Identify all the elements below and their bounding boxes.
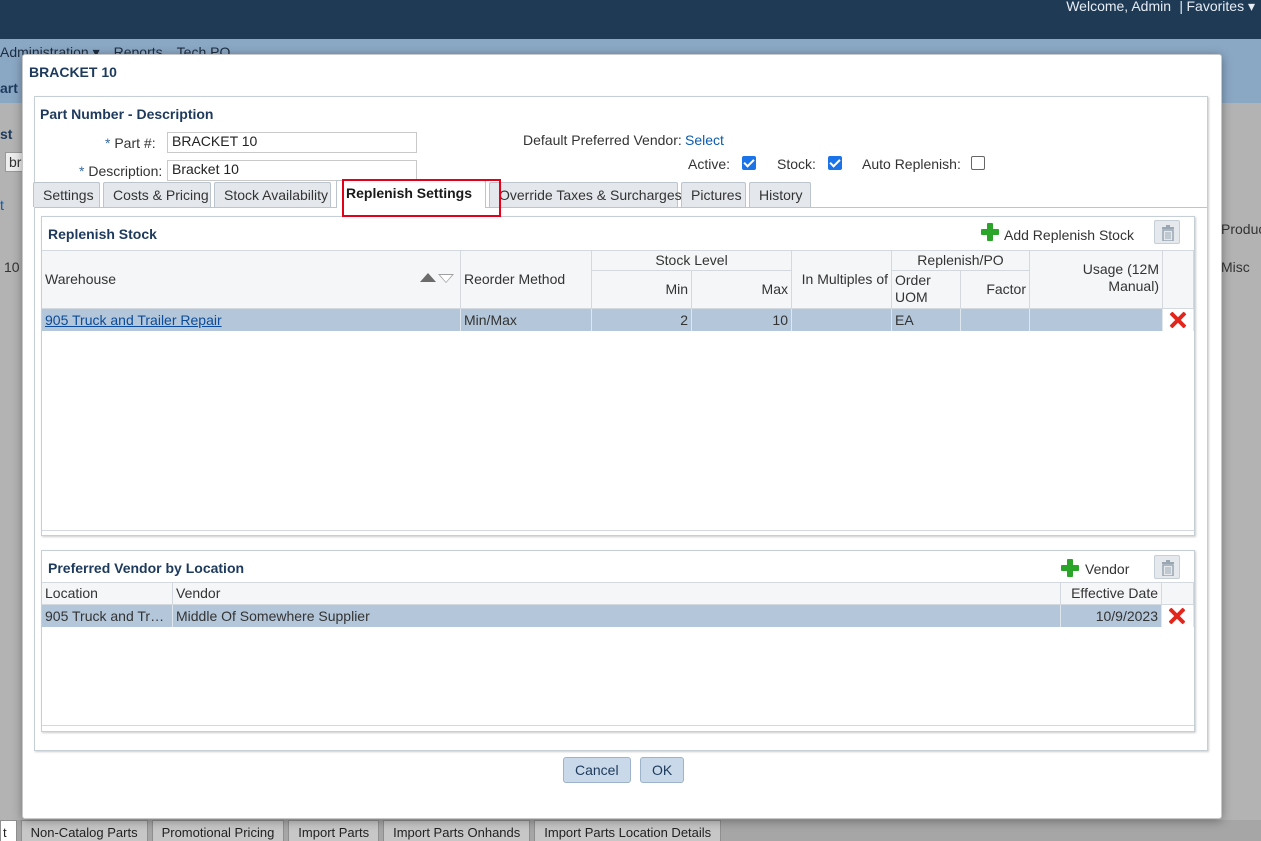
sort-ascending-icon[interactable] (420, 273, 436, 282)
background-bottom-tabs: t Non-Catalog Parts Promotional Pricing Imp… (0, 820, 1261, 841)
col-header-effective-date[interactable]: Effective Date (1061, 583, 1162, 605)
favorites-menu[interactable]: Favorites ▾ (1187, 0, 1256, 15)
col-header-location[interactable]: Location (42, 583, 173, 605)
replenish-grid: Warehouse Reorder Method Stock Level Min… (42, 250, 1194, 532)
auto-replenish-label: Auto Replenish: (862, 156, 961, 172)
background-cell-fragment: Misc (1221, 259, 1250, 275)
required-mark: * (79, 163, 85, 179)
add-replenish-stock-button[interactable]: Add Replenish Stock (1004, 227, 1134, 243)
bottom-tab-fragment[interactable]: t (0, 820, 17, 841)
col-header-factor[interactable]: Factor (961, 271, 1030, 309)
grid-empty-area (42, 627, 1194, 726)
app-header: Welcome, Admin | Favorites ▾ (0, 0, 1261, 39)
add-icon (1061, 559, 1079, 577)
cell-order-uom: EA (892, 309, 961, 331)
delete-row-icon[interactable] (1169, 311, 1187, 329)
replenish-stock-section: Replenish Stock Add Replenish Stock Ware… (41, 216, 1195, 536)
cell-vendor[interactable]: Middle Of Somewhere Supplier (173, 605, 1061, 627)
cell-in-multiples-of (792, 309, 892, 331)
col-header-warehouse[interactable]: Warehouse (42, 251, 461, 309)
col-header-usage[interactable]: Usage (12M Manual) (1030, 251, 1163, 309)
tab-settings[interactable]: Settings (33, 182, 100, 207)
table-row-warehouse[interactable]: 905 Truck and Trailer Repair (42, 309, 461, 331)
cancel-button[interactable]: Cancel (563, 757, 631, 783)
background-column-fragment: Produc (1221, 221, 1261, 237)
cell-actions (1163, 309, 1194, 331)
description-label: * Description: (79, 163, 163, 179)
col-header-actions (1162, 583, 1194, 605)
active-label: Active: (688, 156, 731, 172)
col-header-replenish-po: Replenish/PO (892, 251, 1030, 271)
col-header-min[interactable]: Min (592, 271, 692, 309)
tab-pictures[interactable]: Pictures (681, 182, 746, 207)
trash-icon (1162, 560, 1174, 576)
col-header-stock-level: Stock Level (592, 251, 792, 271)
tab-costs-pricing[interactable]: Costs & Pricing (103, 182, 211, 207)
select-vendor-link[interactable]: Select (685, 132, 724, 148)
dialog-title: BRACKET 10 (29, 64, 117, 80)
col-header-actions (1163, 251, 1194, 309)
cell-min: 2 (592, 309, 692, 331)
warehouse-link[interactable]: 905 Truck and Trailer Repair (45, 312, 222, 328)
sort-descending-icon[interactable] (438, 274, 454, 283)
part-number-field[interactable]: BRACKET 10 (167, 132, 417, 153)
part-header: Part Number - Description (40, 106, 214, 122)
cell-factor (961, 309, 1030, 331)
default-vendor-label: Default Preferred Vendor: (523, 132, 682, 148)
col-header-reorder-method[interactable]: Reorder Method (461, 251, 592, 309)
welcome-text: Welcome, Admin (1066, 0, 1171, 14)
stock-label: Stock: (777, 156, 816, 172)
description-field[interactable]: Bracket 10 (167, 160, 417, 181)
header-separator: | (1179, 0, 1183, 14)
col-header-vendor[interactable]: Vendor (173, 583, 1061, 605)
cell-actions (1162, 605, 1194, 627)
tab-history[interactable]: History (749, 182, 811, 207)
cell-location[interactable]: 905 Truck and Trai... (42, 605, 173, 627)
delete-row-icon[interactable] (1168, 607, 1186, 625)
stock-checkbox[interactable] (828, 156, 842, 170)
preferred-vendor-section: Preferred Vendor by Location Vendor Loca… (41, 550, 1195, 732)
col-header-max[interactable]: Max (692, 271, 792, 309)
delete-button[interactable] (1154, 555, 1180, 579)
bottom-tab-import-parts-location-details[interactable]: Import Parts Location Details (534, 820, 722, 841)
bottom-tab-import-parts-onhands[interactable]: Import Parts Onhands (383, 820, 531, 841)
cell-usage (1030, 309, 1163, 331)
part-dialog: BRACKET 10 Part Number - Description * P… (22, 54, 1222, 819)
bottom-tab-promotional-pricing[interactable]: Promotional Pricing (151, 820, 285, 841)
replenish-stock-title: Replenish Stock (48, 226, 157, 242)
grid-empty-area (42, 331, 1194, 531)
vendor-grid: Location Vendor Effective Date 905 Truck… (42, 582, 1194, 727)
tab-divider (35, 207, 1207, 208)
auto-replenish-checkbox[interactable] (971, 156, 985, 170)
preferred-vendor-title: Preferred Vendor by Location (48, 560, 245, 576)
required-mark: * (105, 135, 111, 151)
add-vendor-button[interactable]: Vendor (1085, 561, 1129, 577)
background-link-fragment: t (0, 197, 4, 213)
bottom-tab-non-catalog-parts[interactable]: Non-Catalog Parts (20, 820, 148, 841)
tab-stock-availability[interactable]: Stock Availability (214, 182, 331, 207)
active-checkbox[interactable] (742, 156, 756, 170)
part-number-label: * Part #: (105, 135, 156, 151)
delete-button[interactable] (1154, 220, 1180, 244)
tab-override-taxes-surcharges[interactable]: Override Taxes & Surcharges (489, 182, 682, 207)
bottom-tab-import-parts[interactable]: Import Parts (288, 820, 380, 841)
add-icon (981, 223, 999, 241)
cell-reorder-method: Min/Max (461, 309, 592, 331)
cell-effective-date[interactable]: 10/9/2023 (1061, 605, 1162, 627)
trash-icon (1162, 225, 1174, 241)
cell-max: 10 (692, 309, 792, 331)
background-row-fragment: 10 (4, 259, 20, 275)
col-header-order-uom[interactable]: Order UOM (892, 271, 961, 309)
part-panel: Part Number - Description * Part #: BRAC… (33, 96, 1208, 751)
background-section-fragment: st (0, 126, 13, 142)
col-header-in-multiples-of[interactable]: In Multiples of (792, 251, 892, 309)
ok-button[interactable]: OK (640, 757, 685, 783)
tab-replenish-settings[interactable]: Replenish Settings (336, 180, 486, 208)
